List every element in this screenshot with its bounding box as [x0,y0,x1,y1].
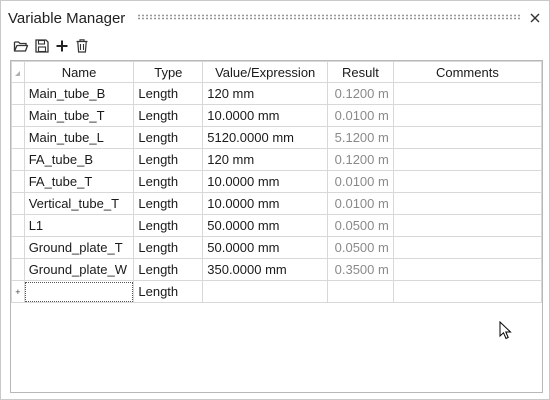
cell-value[interactable]: 50.0000 mm [202,236,329,259]
cell-name[interactable]: Ground_plate_W [23,258,135,281]
drag-grip[interactable] [137,14,521,20]
row-header[interactable] [11,104,25,127]
table-row[interactable]: Main_tube_T Length 10.0000 mm 0.0100 m [11,104,542,127]
cell-value[interactable]: 10.0000 mm [202,170,329,193]
save-icon [35,39,49,53]
cell-result[interactable]: 0.0100 m [327,192,394,215]
column-header-name[interactable]: Name [23,61,135,83]
cell-name[interactable]: L1 [23,214,135,237]
cell-comments[interactable] [392,170,542,193]
close-button[interactable] [526,9,544,27]
cell-type[interactable]: Length [133,148,204,171]
column-header-value[interactable]: Value/Expression [202,61,329,83]
cell-comments[interactable] [392,104,542,127]
column-header-type[interactable]: Type [133,61,204,83]
cell-result[interactable]: 0.3500 m [327,258,394,281]
cell-name[interactable]: Vertical_tube_T [23,192,135,215]
save-button[interactable] [34,38,50,54]
column-header-result[interactable]: Result [327,61,394,83]
cell-result[interactable]: 0.0100 m [327,170,394,193]
cell-result[interactable]: 0.0500 m [327,214,394,237]
cell-type[interactable]: Length [133,258,204,281]
cell-type[interactable]: Length [133,126,204,149]
table-row[interactable]: L1 Length 50.0000 mm 0.0500 m [11,214,542,237]
cell-value[interactable]: 120 mm [202,148,329,171]
table-row[interactable]: Vertical_tube_T Length 10.0000 mm 0.0100 m [11,192,542,215]
table-row[interactable]: Ground_plate_W Length 350.0000 mm 0.3500 m [11,258,542,281]
cell-value[interactable]: 10.0000 mm [202,192,329,215]
cell-value[interactable]: 5120.0000 mm [202,126,329,149]
cell-comments[interactable] [392,258,542,281]
row-header[interactable] [11,148,25,171]
add-icon [56,40,68,52]
cell-comments[interactable] [392,214,542,237]
cell-comments[interactable] [392,126,542,149]
table-row[interactable]: FA_tube_B Length 120 mm 0.1200 m [11,148,542,171]
new-cell-comments[interactable] [392,280,542,303]
column-header-comments[interactable]: Comments [392,61,542,83]
cell-result[interactable]: 0.1200 m [327,82,394,105]
cell-result[interactable]: 0.1200 m [327,148,394,171]
table-row[interactable]: Main_tube_B Length 120 mm 0.1200 m [11,82,542,105]
delete-button[interactable] [74,38,90,54]
row-header[interactable] [11,214,25,237]
new-row-marker: + [11,280,25,303]
row-header[interactable] [11,170,25,193]
variable-manager-panel: Variable Manager Name Type Value/Express… [0,0,550,400]
corner-triangle-icon [15,71,20,76]
row-header[interactable] [11,82,25,105]
panel-title: Variable Manager [8,10,126,27]
new-cell-value[interactable] [202,280,329,303]
cell-name[interactable]: Main_tube_B [23,82,135,105]
cell-name[interactable]: FA_tube_T [23,170,135,193]
cell-type[interactable]: Length [133,236,204,259]
cell-value[interactable]: 350.0000 mm [202,258,329,281]
cell-name[interactable]: Main_tube_L [23,126,135,149]
mouse-pointer-icon [499,321,512,340]
cell-comments[interactable] [392,236,542,259]
cell-comments[interactable] [392,82,542,105]
variables-grid: Name Type Value/Expression Result Commen… [10,60,543,393]
row-header[interactable] [11,258,25,281]
cell-name[interactable]: FA_tube_B [23,148,135,171]
cell-result[interactable]: 5.1200 m [327,126,394,149]
cell-type[interactable]: Length [133,82,204,105]
table-body: Main_tube_B Length 120 mm 0.1200 m Main_tube… [11,82,542,303]
table-row[interactable]: Ground_plate_T Length 50.0000 mm 0.0500 m [11,236,542,259]
cell-value[interactable]: 10.0000 mm [202,104,329,127]
cell-result[interactable]: 0.0100 m [327,104,394,127]
new-cell-type[interactable]: Length [133,280,204,303]
cell-type[interactable]: Length [133,214,204,237]
new-cell-result[interactable] [327,280,394,303]
row-header[interactable] [11,192,25,215]
cell-comments[interactable] [392,192,542,215]
title-bar[interactable]: Variable Manager [1,1,549,31]
add-button[interactable] [54,38,70,54]
cell-result[interactable]: 0.0500 m [327,236,394,259]
cell-value[interactable]: 120 mm [202,82,329,105]
close-icon [530,13,540,23]
row-header[interactable] [11,126,25,149]
cell-type[interactable]: Length [133,104,204,127]
open-button[interactable] [13,38,29,54]
cell-type[interactable]: Length [133,192,204,215]
new-cell-name[interactable] [23,280,135,303]
new-row[interactable]: + Length [11,280,542,303]
header-row: Name Type Value/Expression Result Commen… [11,61,542,83]
table-row[interactable]: FA_tube_T Length 10.0000 mm 0.0100 m [11,170,542,193]
row-header[interactable] [11,236,25,259]
cell-value[interactable]: 50.0000 mm [202,214,329,237]
cell-name[interactable]: Main_tube_T [23,104,135,127]
cell-comments[interactable] [392,148,542,171]
cell-name[interactable]: Ground_plate_T [23,236,135,259]
table-row[interactable]: Main_tube_L Length 5120.0000 mm 5.1200 m [11,126,542,149]
variables-table: Name Type Value/Expression Result Commen… [11,61,542,303]
cell-type[interactable]: Length [133,170,204,193]
select-all-corner[interactable] [11,61,25,83]
open-folder-icon [13,41,29,52]
delete-icon [76,39,88,53]
